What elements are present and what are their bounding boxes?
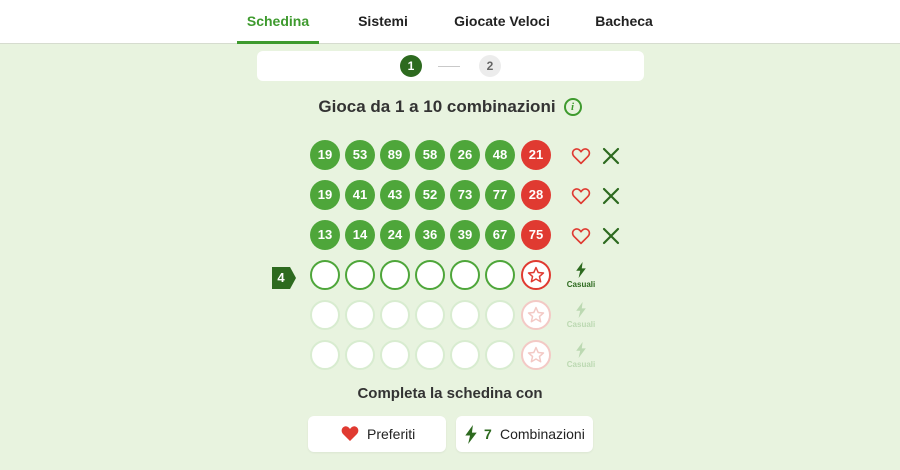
top-navigation: Schedina Sistemi Giocate Veloci Bacheca (0, 0, 900, 44)
close-icon (602, 187, 620, 205)
random-fill-button[interactable]: Casuali (561, 302, 601, 329)
tab-sistemi[interactable]: Sistemi (348, 0, 418, 44)
superstar-slot[interactable] (521, 260, 551, 290)
number-ball[interactable]: 77 (485, 180, 515, 210)
complete-title: Completa la schedina con (357, 385, 543, 402)
remove-combination-button[interactable] (602, 147, 620, 165)
info-icon[interactable]: i (563, 97, 582, 116)
empty-number-slot[interactable] (310, 300, 340, 330)
number-ball[interactable]: 58 (415, 140, 445, 170)
empty-number-slot[interactable] (380, 340, 410, 370)
step-indicator: 1 2 (257, 51, 644, 81)
close-icon (602, 147, 620, 165)
empty-number-slot[interactable] (450, 340, 480, 370)
lightning-icon (576, 262, 586, 278)
empty-number-slot[interactable] (345, 340, 375, 370)
superstar-slot[interactable] (521, 300, 551, 330)
row-number: 4 (277, 270, 285, 285)
number-ball[interactable]: 48 (485, 140, 515, 170)
number-ball[interactable]: 43 (380, 180, 410, 210)
star-icon (527, 346, 545, 363)
empty-number-slot[interactable] (415, 260, 445, 290)
tab-giocate-veloci[interactable]: Giocate Veloci (450, 0, 554, 44)
number-ball[interactable]: 36 (415, 220, 445, 250)
number-ball[interactable]: 52 (415, 180, 445, 210)
random-fill-label: Casuali (566, 320, 596, 329)
number-ball[interactable]: 14 (345, 220, 375, 250)
empty-number-slot[interactable] (415, 300, 445, 330)
number-ball[interactable]: 89 (380, 140, 410, 170)
step-connector (438, 66, 460, 67)
remove-combination-button[interactable] (602, 227, 620, 245)
random-combinations-button[interactable]: 7 Combinazioni (456, 416, 593, 452)
lightning-icon (576, 342, 586, 358)
number-ball[interactable]: 19 (310, 140, 340, 170)
empty-number-slot[interactable] (380, 260, 410, 290)
random-fill-button[interactable]: Casuali (561, 262, 601, 289)
superstar-ball[interactable]: 75 (521, 220, 551, 250)
close-icon (602, 227, 620, 245)
empty-number-slot[interactable] (380, 300, 410, 330)
empty-number-slot[interactable] (345, 300, 375, 330)
empty-number-slot[interactable] (450, 300, 480, 330)
heart-filled-icon (341, 426, 359, 441)
number-ball[interactable]: 67 (485, 220, 515, 250)
heart-outline-icon (571, 148, 591, 165)
step-1[interactable]: 1 (400, 55, 422, 77)
empty-number-slot[interactable] (310, 260, 340, 290)
combinations-count: 7 (484, 426, 492, 442)
superstar-slot[interactable] (521, 340, 551, 370)
superstar-ball[interactable]: 28 (521, 180, 551, 210)
empty-number-slot[interactable] (485, 340, 515, 370)
star-icon (527, 306, 545, 323)
lightning-icon (576, 302, 586, 318)
random-fill-label: Casuali (566, 280, 596, 289)
favorite-heart-button[interactable] (571, 147, 591, 165)
empty-number-slot[interactable] (415, 340, 445, 370)
empty-number-slot[interactable] (485, 260, 515, 290)
tab-schedina[interactable]: Schedina (237, 0, 319, 44)
page-title-text: Gioca da 1 a 10 combinazioni (318, 96, 556, 116)
star-icon (527, 266, 545, 283)
combinations-label: Combinazioni (500, 426, 585, 442)
empty-number-slot[interactable] (345, 260, 375, 290)
number-ball[interactable]: 53 (345, 140, 375, 170)
number-ball[interactable]: 19 (310, 180, 340, 210)
lightning-icon (465, 425, 477, 444)
page-title: Gioca da 1 a 10 combinazioni i (0, 96, 900, 117)
number-ball[interactable]: 73 (450, 180, 480, 210)
empty-number-slot[interactable] (310, 340, 340, 370)
random-fill-label: Casuali (566, 360, 596, 369)
heart-outline-icon (571, 188, 591, 205)
step-2[interactable]: 2 (479, 55, 501, 77)
superstar-ball[interactable]: 21 (521, 140, 551, 170)
empty-number-slot[interactable] (450, 260, 480, 290)
favorite-heart-button[interactable] (571, 187, 591, 205)
favorites-label: Preferiti (367, 426, 416, 442)
number-ball[interactable]: 26 (450, 140, 480, 170)
heart-outline-icon (571, 228, 591, 245)
row-number-badge: 4 (272, 267, 296, 289)
tab-bacheca[interactable]: Bacheca (588, 0, 660, 44)
empty-number-slot[interactable] (485, 300, 515, 330)
number-ball[interactable]: 41 (345, 180, 375, 210)
remove-combination-button[interactable] (602, 187, 620, 205)
favorite-heart-button[interactable] (571, 227, 591, 245)
number-ball[interactable]: 24 (380, 220, 410, 250)
number-ball[interactable]: 39 (450, 220, 480, 250)
favorites-button[interactable]: Preferiti (308, 416, 446, 452)
random-fill-button[interactable]: Casuali (561, 342, 601, 369)
number-ball[interactable]: 13 (310, 220, 340, 250)
